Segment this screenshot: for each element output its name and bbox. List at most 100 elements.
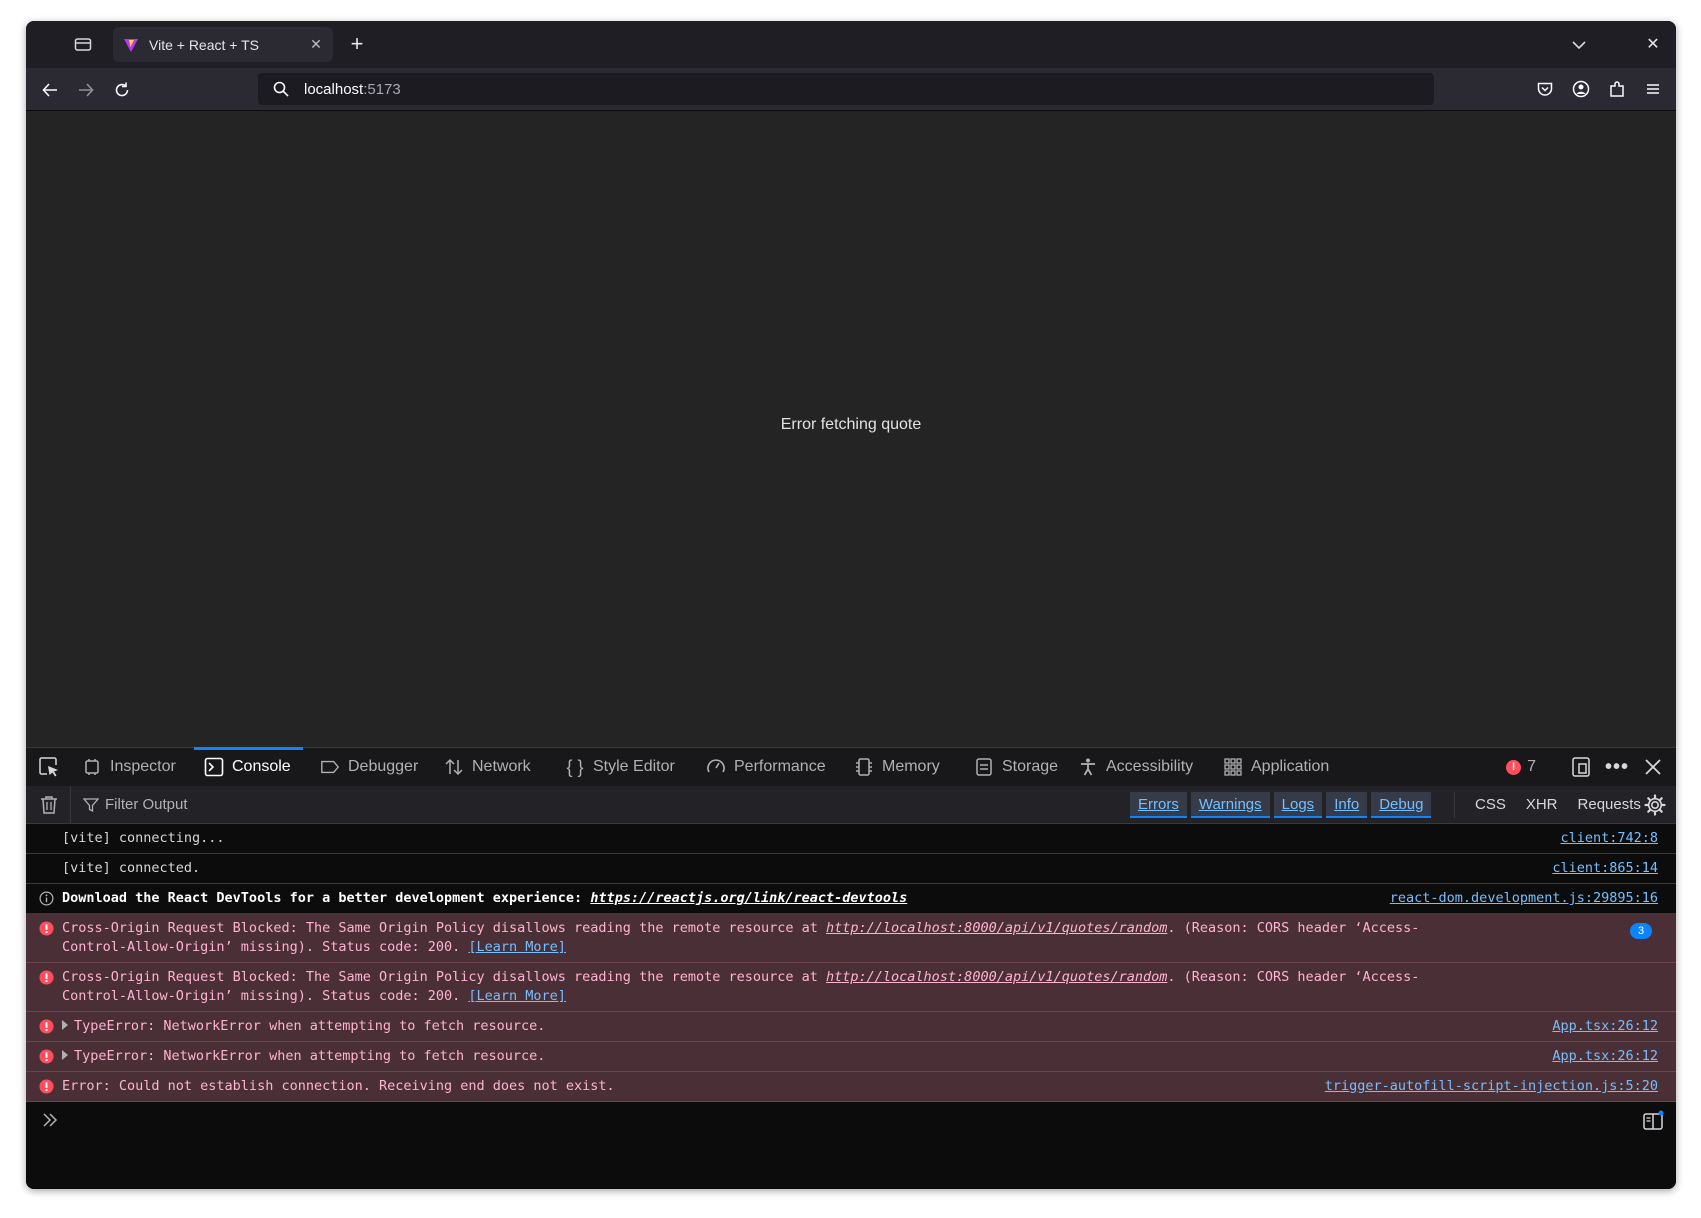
tab-console[interactable]: Console	[194, 747, 303, 786]
error-count: 7	[1527, 758, 1536, 775]
inspector-icon	[82, 757, 102, 777]
menu-icon[interactable]	[1640, 76, 1666, 102]
url-bar[interactable]: localhost:5173	[258, 73, 1434, 105]
tab-network[interactable]: Network	[444, 748, 531, 786]
back-arrow-icon[interactable]	[36, 76, 64, 104]
filter-debug-button[interactable]: Debug	[1371, 792, 1432, 818]
filter-info-button[interactable]: Info	[1326, 792, 1368, 818]
error-icon	[39, 1019, 54, 1034]
tab-label: Debugger	[348, 758, 419, 775]
tab-label: Style Editor	[593, 758, 675, 775]
element-picker-icon[interactable]	[36, 755, 62, 779]
level-filter-group: Errors Warnings Logs Info Debug	[1130, 792, 1432, 818]
forward-arrow-icon[interactable]	[72, 76, 100, 104]
filter-placeholder: Filter Output	[105, 796, 188, 813]
search-icon	[273, 81, 289, 97]
tab-performance[interactable]: Performance	[706, 748, 826, 786]
extensions-icon[interactable]	[1604, 76, 1630, 102]
message-text: Download the React DevTools for a better…	[62, 890, 591, 906]
message-text: [vite] connected.	[62, 860, 201, 876]
tab-memory[interactable]: Memory	[854, 748, 940, 786]
network-icon	[444, 757, 464, 777]
error-icon: !	[1506, 759, 1522, 775]
filter-xhr-button[interactable]: XHR	[1520, 792, 1564, 818]
message-source-link[interactable]: trigger-autofill-script-injection.js:5:2…	[1325, 1077, 1658, 1096]
resource-url-link[interactable]: http://localhost:8000/api/v1/quotes/rand…	[826, 969, 1167, 985]
tab-title: Vite + React + TS	[149, 36, 259, 53]
gear-icon[interactable]	[1644, 794, 1666, 816]
tab-label: Memory	[882, 758, 940, 775]
page-error-message: Error fetching quote	[780, 416, 922, 433]
editor-mode-icon[interactable]	[1642, 1110, 1664, 1132]
double-chevron-right-icon	[43, 1113, 58, 1127]
info-icon	[39, 891, 54, 906]
message-text: Error: Could not establish connection. R…	[62, 1078, 615, 1094]
responsive-design-icon[interactable]	[1568, 754, 1594, 780]
message-text: [vite] connecting...	[62, 830, 225, 846]
chevron-down-icon[interactable]	[1568, 34, 1590, 56]
console-toolbar: Filter Output Errors Warnings Logs Info …	[26, 786, 1676, 824]
learn-more-link[interactable]: [Learn More]	[468, 988, 566, 1004]
message-source-link[interactable]: App.tsx:26:12	[1552, 1047, 1658, 1066]
close-devtools-icon[interactable]	[1640, 754, 1666, 780]
react-devtools-link[interactable]: https://reactjs.org/link/react-devtools	[590, 890, 907, 906]
memory-icon	[854, 757, 874, 777]
style-editor-icon: { }	[566, 756, 584, 777]
console-message-error: TypeError: NetworkError when attempting …	[26, 1042, 1676, 1072]
tab-storage[interactable]: Storage	[974, 748, 1058, 786]
new-tab-icon[interactable]: +	[344, 32, 370, 58]
url-port: :5173	[363, 80, 401, 98]
tab-list-icon[interactable]	[70, 33, 96, 55]
tab-debugger[interactable]: Debugger	[320, 748, 418, 786]
console-message-error: Cross-Origin Request Blocked: The Same O…	[26, 963, 1676, 1012]
filter-css-button[interactable]: CSS	[1469, 792, 1512, 818]
error-count-badge[interactable]: ! 7	[1506, 758, 1536, 776]
console-message: [vite] connected. client:865:14	[26, 854, 1676, 884]
error-icon	[39, 1079, 54, 1094]
resource-url-link[interactable]: http://localhost:8000/api/v1/quotes/rand…	[826, 920, 1167, 936]
learn-more-link[interactable]: [Learn More]	[468, 939, 566, 955]
repeat-count-badge: 3	[1630, 923, 1652, 939]
filter-output-input[interactable]: Filter Output	[70, 786, 1021, 823]
account-icon[interactable]	[1568, 76, 1594, 102]
tab-style-editor[interactable]: { } Style Editor	[565, 748, 675, 786]
message-text: TypeError: NetworkError when attempting …	[74, 1048, 546, 1064]
vite-logo-icon	[124, 38, 138, 52]
window-close-icon[interactable]: ✕	[1642, 34, 1664, 56]
tab-label: Accessibility	[1106, 758, 1194, 775]
filter-requests-button[interactable]: Requests	[1572, 792, 1647, 818]
console-message-error: TypeError: NetworkError when attempting …	[26, 1012, 1676, 1042]
filter-icon	[83, 797, 99, 812]
browser-tab[interactable]: Vite + React + TS ✕	[113, 27, 333, 62]
navigation-toolbar: localhost:5173	[26, 68, 1676, 111]
trash-icon[interactable]	[38, 794, 60, 816]
pocket-icon[interactable]	[1532, 76, 1558, 102]
performance-icon	[706, 757, 726, 777]
application-icon	[1223, 757, 1243, 777]
tab-accessibility[interactable]: Accessibility	[1078, 748, 1193, 786]
console-message-error: Cross-Origin Request Blocked: The Same O…	[26, 914, 1676, 963]
expand-arrow-icon[interactable]	[62, 1020, 68, 1030]
message-source-link[interactable]: client:742:8	[1560, 829, 1658, 848]
reload-icon[interactable]	[108, 76, 136, 104]
message-text: Cross-Origin Request Blocked: The Same O…	[62, 920, 827, 936]
message-source-link[interactable]: react-dom.development.js:29895:16	[1390, 889, 1658, 908]
tab-label: Console	[232, 758, 291, 775]
console-input[interactable]	[26, 1102, 1676, 1142]
tab-application[interactable]: Application	[1223, 748, 1329, 786]
tab-strip: Vite + React + TS ✕ + ✕	[26, 21, 1676, 68]
tab-inspector[interactable]: Inspector	[82, 748, 176, 786]
filter-warnings-button[interactable]: Warnings	[1190, 792, 1270, 818]
error-icon	[39, 1049, 54, 1064]
message-source-link[interactable]: App.tsx:26:12	[1552, 1017, 1658, 1036]
message-text: Cross-Origin Request Blocked: The Same O…	[62, 969, 827, 985]
message-source-link[interactable]: client:865:14	[1552, 859, 1658, 878]
tab-close-icon[interactable]: ✕	[305, 34, 327, 56]
console-message-info: Download the React DevTools for a better…	[26, 884, 1676, 914]
expand-arrow-icon[interactable]	[62, 1050, 68, 1060]
tab-label: Network	[472, 758, 531, 775]
debugger-icon	[320, 757, 340, 777]
filter-errors-button[interactable]: Errors	[1130, 792, 1187, 818]
more-options-icon[interactable]: •••	[1604, 754, 1630, 780]
filter-logs-button[interactable]: Logs	[1273, 792, 1323, 818]
